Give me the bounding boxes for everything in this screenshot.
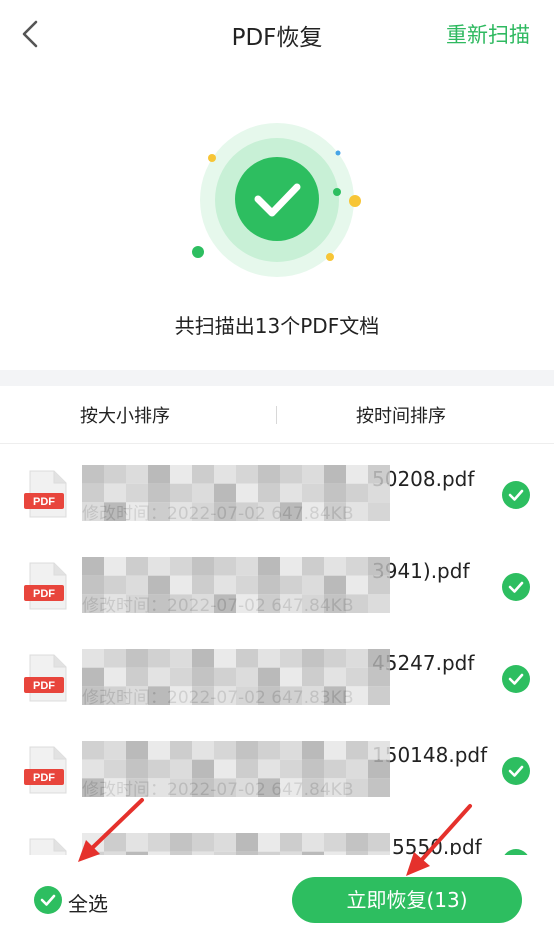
pdf-file-icon: PDF bbox=[22, 837, 70, 855]
rescan-button[interactable]: 重新扫描 bbox=[446, 19, 530, 49]
privacy-blur-mask bbox=[82, 649, 390, 705]
file-row[interactable]: PDF150148.pdf修改时间：2022-07-02 647.84KB bbox=[0, 723, 554, 815]
pdf-file-icon: PDF bbox=[22, 653, 70, 703]
privacy-blur-mask bbox=[82, 833, 390, 855]
pdf-icon-label: PDF bbox=[33, 588, 55, 600]
file-row[interactable]: PDF50208.pdf修改时间：2022-07-02 647.84KB bbox=[0, 447, 554, 539]
file-row[interactable]: PDF 5550.pdf bbox=[0, 815, 554, 855]
pdf-file-icon: PDF bbox=[22, 745, 70, 795]
file-row[interactable]: PDF3941).pdf修改时间：2022-07-02 647.84KB bbox=[0, 539, 554, 631]
pdf-file-icon: PDF bbox=[22, 561, 70, 611]
selected-check-icon[interactable] bbox=[502, 481, 530, 509]
section-divider bbox=[0, 370, 554, 386]
header-bar: PDF恢复 重新扫描 bbox=[0, 0, 554, 70]
bottom-action-bar: 全选 立即恢复(13) bbox=[0, 855, 554, 943]
sort-divider bbox=[276, 406, 277, 424]
selected-check-icon[interactable] bbox=[502, 573, 530, 601]
selected-check-icon[interactable] bbox=[502, 757, 530, 785]
restore-now-button[interactable]: 立即恢复(13) bbox=[292, 877, 522, 923]
file-list: PDF50208.pdf修改时间：2022-07-02 647.84KBPDF3… bbox=[0, 445, 554, 855]
scan-summary-text: 共扫描出13个PDF文档 bbox=[174, 314, 380, 338]
privacy-blur-mask bbox=[82, 557, 390, 613]
pdf-icon-label: PDF bbox=[33, 772, 55, 784]
select-all-check-icon bbox=[34, 886, 62, 914]
pdf-icon-label: PDF bbox=[33, 680, 55, 692]
selected-check-icon[interactable] bbox=[502, 665, 530, 693]
file-row[interactable]: PDF45247.pdf修改时间：2022-07-02 647.83KB bbox=[0, 631, 554, 723]
select-all-label: 全选 bbox=[68, 892, 108, 916]
pdf-file-icon: PDF bbox=[22, 469, 70, 519]
file-name: 5550.pdf bbox=[392, 835, 482, 855]
sort-by-time-tab[interactable]: 按时间排序 bbox=[356, 402, 446, 428]
sort-bar: 按大小排序 按时间排序 bbox=[0, 386, 554, 444]
pdf-icon-label: PDF bbox=[33, 496, 55, 508]
privacy-blur-mask bbox=[82, 741, 390, 797]
privacy-blur-mask bbox=[82, 465, 390, 521]
scan-success-illustration bbox=[0, 95, 554, 305]
sort-by-size-tab[interactable]: 按大小排序 bbox=[80, 402, 170, 428]
